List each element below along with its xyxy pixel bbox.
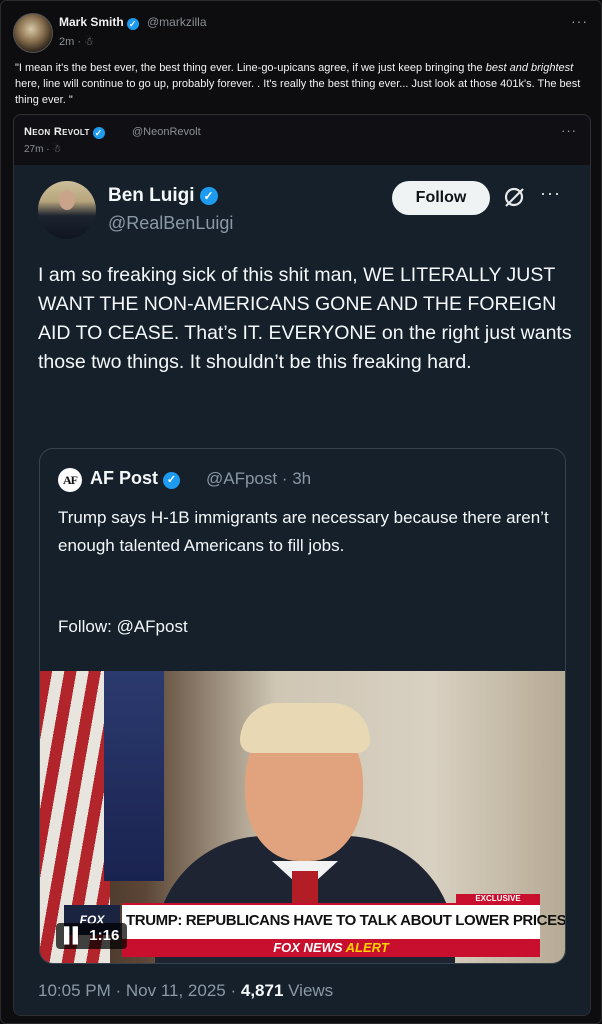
views-count: 4,871 (240, 981, 284, 1000)
quoted-more-options-icon[interactable]: ··· (561, 123, 577, 138)
grok-icon (504, 187, 524, 207)
verified-badge-icon: ✓ (163, 472, 181, 489)
person-hair (240, 703, 370, 753)
quoted-post-time[interactable]: 27m · ☃ (24, 144, 61, 155)
screenshot-tweet-text: I am so freaking sick of this shit man, … (38, 264, 572, 373)
post-text: "I mean it's the best ever, the best thi… (15, 60, 587, 108)
post-text-part: here, line will continue to go up, proba… (15, 78, 581, 106)
screenshot-more-icon: ··· (540, 183, 561, 203)
author-name[interactable]: Mark Smith ✓ (59, 15, 139, 30)
af-logo: AF (58, 468, 82, 492)
verified-badge-icon: ✓ (92, 127, 105, 139)
verified-badge-icon: ✓ (199, 187, 218, 205)
author-handle[interactable]: @markzilla (147, 15, 207, 29)
inner-author-name-text: AF Post (90, 468, 159, 488)
avatar[interactable] (13, 13, 53, 53)
views-label: Views (283, 981, 334, 1000)
video-thumbnail: EXCLUSIVE FOX TRUMP: REPUBLICANS HAVE TO… (40, 671, 565, 963)
news-headline: TRUMP: REPUBLICANS HAVE TO TALK ABOUT LO… (126, 912, 565, 929)
video-duration: 1:16 (89, 927, 120, 944)
inner-quoted-card: AF AF Post ✓ @AFpost · 3h Trump says H-1B… (39, 448, 566, 964)
quoted-author-handle[interactable]: @NeonRevolt (132, 126, 201, 138)
flag-graphic (104, 671, 164, 881)
screenshot-author-name: Ben Luigi ✓ (108, 185, 218, 207)
quoted-post-card[interactable]: Neon Revolt ✓ @NeonRevolt 27m · ☃ ··· Ben… (13, 114, 591, 1016)
quoted-author-name-text[interactable]: Neon Revolt (24, 126, 90, 138)
screenshot-author-handle: @RealBenLuigi (108, 213, 234, 233)
post-time[interactable]: 2m · ☃ (59, 35, 94, 48)
post-frame: Mark Smith ✓ @markzilla 2m · ☃ ··· "I mea… (0, 0, 602, 1024)
news-lower-third: TRUMP: REPUBLICANS HAVE TO TALK ABOUT LO… (122, 903, 565, 939)
screenshot-avatar (38, 181, 96, 239)
follow-button: Follow (392, 181, 490, 215)
video-duration-pill: ▌▌ 1:16 (56, 923, 128, 949)
tweet-meta: 10:05 PM · Nov 11, 2025 · 4,871 Views (38, 981, 333, 1001)
author-name-text[interactable]: Mark Smith (59, 15, 124, 29)
more-options-icon[interactable]: ··· (571, 13, 588, 29)
post-text-part: "I mean it's the best ever, the best thi… (15, 62, 486, 74)
inner-author-name: AF Post ✓ (90, 468, 181, 489)
post-text-emphasis: best and brightest (485, 62, 574, 74)
inner-author-handle: @AFpost · 3h (206, 469, 312, 488)
inner-follow-line: Follow: @AFpost (58, 617, 188, 636)
quoted-author-name[interactable]: Neon Revolt ✓ (24, 126, 105, 139)
pause-icon: ▌▌ (64, 927, 83, 944)
screenshot-author-name-text: Ben Luigi (108, 185, 195, 206)
news-alert-bar: FOX NEWS ALERT (122, 939, 540, 957)
alert-text-highlight: ALERT (345, 940, 389, 955)
tweet-timestamp: 10:05 PM · Nov 11, 2025 · (38, 981, 241, 1000)
verified-badge-icon: ✓ (126, 18, 139, 30)
avatar-head (59, 190, 75, 210)
alert-text: FOX NEWS (273, 940, 346, 955)
embedded-screenshot: Ben Luigi ✓ @RealBenLuigi Follow ··· I am… (14, 165, 590, 1015)
inner-tweet-text: Trump says H-1B immigrants are necessary… (58, 508, 549, 555)
